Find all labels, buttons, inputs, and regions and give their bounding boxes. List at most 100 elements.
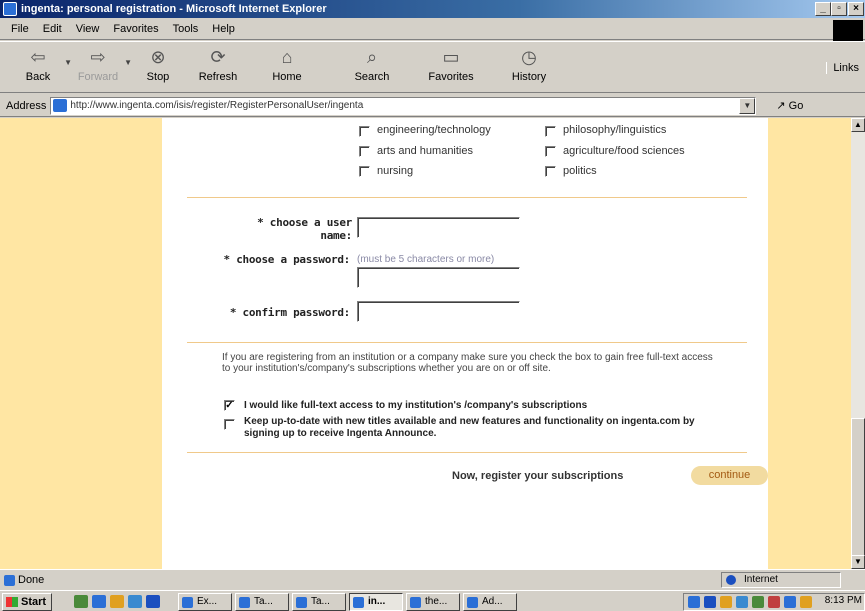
status-text: Done xyxy=(0,574,44,586)
registration-panel: engineering/technology philosophy/lingui… xyxy=(162,118,768,569)
username-field[interactable] xyxy=(357,217,520,238)
history-button[interactable]: ◷ History xyxy=(501,46,557,83)
username-label: * choose a user name: xyxy=(257,216,352,242)
history-label: History xyxy=(511,71,547,83)
subject-label: nursing xyxy=(377,165,414,177)
scroll-thumb[interactable] xyxy=(851,418,865,558)
quicklaunch-ie-icon[interactable] xyxy=(92,595,106,608)
menu-file[interactable]: File xyxy=(4,23,36,35)
password-field[interactable] xyxy=(357,267,520,288)
address-field[interactable]: http://www.ingenta.com/isis/register/Reg… xyxy=(50,96,757,115)
search-label: Search xyxy=(354,71,390,83)
tray-icon[interactable] xyxy=(752,596,764,608)
quicklaunch-icon[interactable] xyxy=(146,595,160,608)
subject-label: politics xyxy=(563,165,597,177)
go-label: Go xyxy=(788,100,804,112)
quicklaunch-icon[interactable] xyxy=(110,595,124,608)
divider xyxy=(187,342,747,343)
checkbox-engineering[interactable] xyxy=(359,126,370,137)
address-url: http://www.ingenta.com/isis/register/Reg… xyxy=(70,100,364,111)
checkbox-nursing[interactable] xyxy=(359,166,370,177)
checkbox-agriculture[interactable] xyxy=(545,146,556,157)
taskbar-item[interactable]: the... xyxy=(406,593,460,611)
go-button[interactable]: ↗ Go xyxy=(776,99,803,112)
windows-logo-icon xyxy=(833,20,863,42)
continue-button[interactable]: continue xyxy=(691,466,768,485)
confirm-password-field[interactable] xyxy=(357,301,520,322)
home-button[interactable]: ⌂ Home xyxy=(259,46,315,83)
refresh-button[interactable]: ⟳ Refresh xyxy=(190,46,246,83)
tray-icon[interactable] xyxy=(688,596,700,608)
password-hint: (must be 5 characters or more) xyxy=(357,254,495,265)
status-bar: Done Internet xyxy=(0,569,865,589)
search-button[interactable]: ⌕ Search xyxy=(344,46,400,83)
menu-edit[interactable]: Edit xyxy=(36,23,69,35)
checkbox-philosophy[interactable] xyxy=(545,126,556,137)
favorites-label: Favorites xyxy=(428,71,474,83)
back-label: Back xyxy=(25,71,51,83)
back-button[interactable]: ⇦ Back ▼ xyxy=(10,46,72,83)
stop-label: Stop xyxy=(146,71,170,83)
fulltext-access-label: I would like full-text access to my inst… xyxy=(244,400,588,411)
ingenta-announce-checkbox[interactable] xyxy=(224,419,235,430)
taskbar: Start Ex... Ta... Ta... in... the... Ad.… xyxy=(0,590,865,611)
password-label: * choose a password: xyxy=(223,253,351,266)
taskbar-item[interactable]: Ad... xyxy=(463,593,517,611)
tray-icon[interactable] xyxy=(784,596,796,608)
home-icon: ⌂ xyxy=(281,47,293,67)
tray-icon[interactable] xyxy=(800,596,812,608)
menu-bar: File Edit View Favorites Tools Help xyxy=(0,18,865,40)
taskbar-item[interactable]: Ta... xyxy=(292,593,346,611)
divider xyxy=(187,197,747,198)
menu-view[interactable]: View xyxy=(69,23,107,35)
close-button[interactable]: × xyxy=(848,2,864,16)
forward-button[interactable]: ⇨ Forward ▼ xyxy=(70,46,132,83)
tray-icon[interactable] xyxy=(720,596,732,608)
language-icon[interactable] xyxy=(704,596,716,608)
fulltext-access-checkbox[interactable]: ✓ xyxy=(224,400,235,411)
address-bar: Address http://www.ingenta.com/isis/regi… xyxy=(0,95,865,117)
menu-help[interactable]: Help xyxy=(205,23,242,35)
vertical-scrollbar[interactable]: ▲ ▼ xyxy=(851,118,865,569)
divider xyxy=(187,452,747,453)
subject-label: engineering/technology xyxy=(377,124,491,136)
home-label: Home xyxy=(272,71,302,83)
confirm-password-label: * confirm password: xyxy=(229,306,350,319)
links-button[interactable]: Links xyxy=(826,62,865,74)
menu-tools[interactable]: Tools xyxy=(166,23,206,35)
history-icon: ◷ xyxy=(521,47,537,67)
forward-arrow-icon: ⇨ xyxy=(90,47,106,67)
checkbox-politics[interactable] xyxy=(545,166,556,177)
refresh-icon: ⟳ xyxy=(210,47,226,67)
window-title: ingenta: personal registration - Microso… xyxy=(21,3,327,15)
favorites-button[interactable]: ▭ Favorites xyxy=(423,46,479,83)
checkbox-arts[interactable] xyxy=(359,146,370,157)
maximize-button[interactable]: ▫ xyxy=(831,2,847,16)
minimize-button[interactable]: _ xyxy=(815,2,831,16)
back-arrow-icon: ⇦ xyxy=(30,47,46,67)
title-bar: ingenta: personal registration - Microso… xyxy=(0,0,865,18)
scroll-down-icon[interactable]: ▼ xyxy=(851,555,865,569)
ie-icon xyxy=(3,2,17,16)
tray-icon[interactable] xyxy=(736,596,748,608)
start-button[interactable]: Start xyxy=(2,593,52,611)
refresh-label: Refresh xyxy=(198,71,238,83)
quicklaunch-icon[interactable] xyxy=(128,595,142,608)
taskbar-item-active[interactable]: in... xyxy=(349,593,403,611)
stop-icon: ⊗ xyxy=(150,47,166,67)
taskbar-item[interactable]: Ex... xyxy=(178,593,232,611)
stop-button[interactable]: ⊗ Stop xyxy=(130,46,186,83)
subject-label: philosophy/linguistics xyxy=(563,124,667,136)
tray-icon[interactable] xyxy=(768,596,780,608)
subject-label: agriculture/food sciences xyxy=(563,145,685,157)
chevron-down-icon[interactable]: ▼ xyxy=(739,97,756,114)
taskbar-item[interactable]: Ta... xyxy=(235,593,289,611)
quicklaunch-icon[interactable] xyxy=(74,595,88,608)
forward-label: Forward xyxy=(77,71,119,83)
menu-favorites[interactable]: Favorites xyxy=(106,23,165,35)
system-tray: 8:13 PM xyxy=(683,593,865,611)
clock: 8:13 PM xyxy=(824,595,862,606)
address-label: Address xyxy=(6,99,47,112)
scroll-up-icon[interactable]: ▲ xyxy=(851,118,865,132)
security-zone: Internet xyxy=(721,572,841,588)
